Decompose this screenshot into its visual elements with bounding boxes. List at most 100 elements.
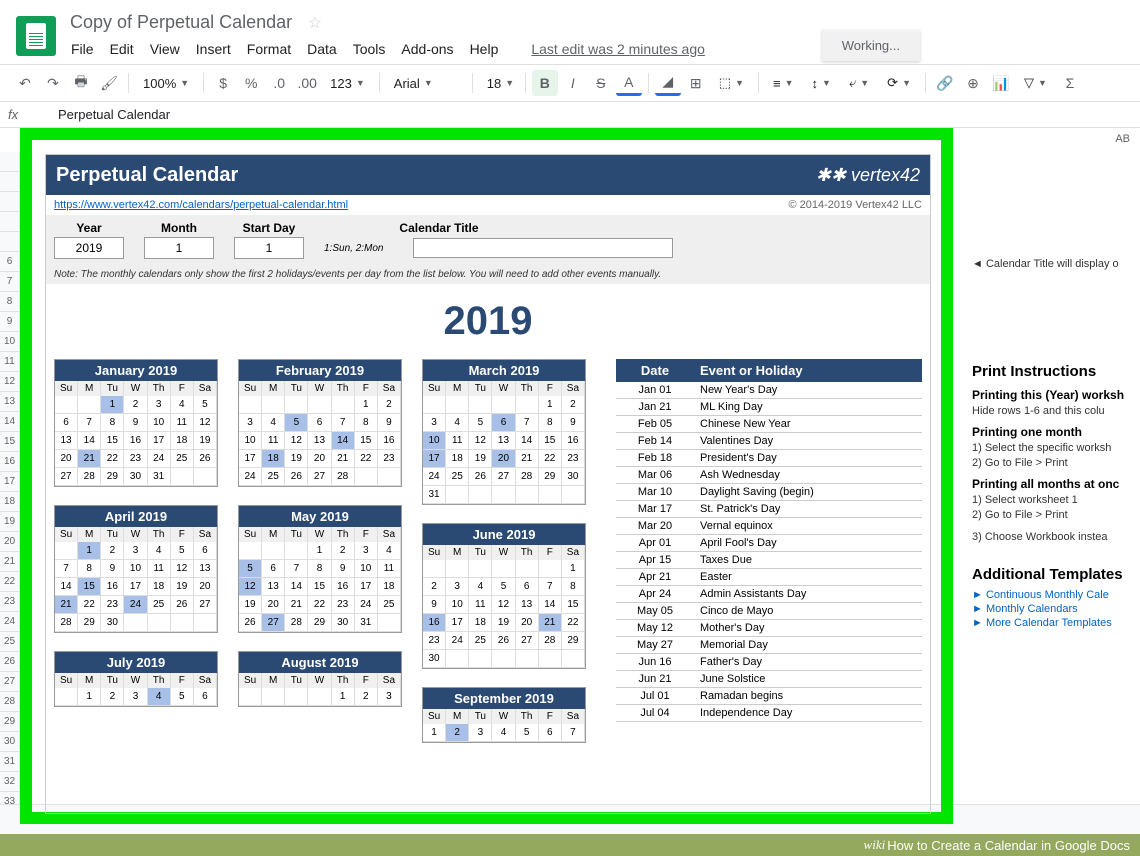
day-cell[interactable]: 12: [171, 560, 194, 578]
event-row[interactable]: Feb 18President's Day: [616, 450, 922, 467]
day-cell[interactable]: 8: [355, 414, 378, 432]
day-cell[interactable]: 19: [492, 614, 515, 632]
day-cell[interactable]: [469, 650, 492, 668]
day-cell[interactable]: 2: [446, 724, 469, 742]
strike-button[interactable]: S: [588, 70, 614, 96]
day-cell[interactable]: 15: [539, 432, 562, 450]
merge-button[interactable]: ⬚▼: [711, 73, 752, 93]
day-cell[interactable]: [308, 396, 331, 414]
day-cell[interactable]: 2: [124, 396, 147, 414]
day-cell[interactable]: 2: [332, 542, 355, 560]
day-cell[interactable]: 13: [55, 432, 78, 450]
day-cell[interactable]: 18: [148, 578, 171, 596]
day-cell[interactable]: 24: [148, 450, 171, 468]
day-cell[interactable]: 20: [194, 578, 217, 596]
day-cell[interactable]: 28: [539, 632, 562, 650]
day-cell[interactable]: 11: [171, 414, 194, 432]
day-cell[interactable]: [148, 614, 171, 632]
day-cell[interactable]: 20: [492, 450, 515, 468]
event-row[interactable]: Jun 16Father's Day: [616, 654, 922, 671]
day-cell[interactable]: 5: [171, 688, 194, 706]
day-cell[interactable]: [194, 468, 217, 486]
day-cell[interactable]: 4: [378, 542, 401, 560]
day-cell[interactable]: 20: [516, 614, 539, 632]
day-cell[interactable]: 2: [378, 396, 401, 414]
currency-button[interactable]: $: [210, 70, 236, 96]
star-icon[interactable]: ☆: [308, 15, 322, 32]
italic-button[interactable]: I: [560, 70, 586, 96]
row-header[interactable]: 22: [0, 572, 20, 592]
row-header[interactable]: 32: [0, 772, 20, 792]
event-row[interactable]: May 12Mother's Day: [616, 620, 922, 637]
day-cell[interactable]: 18: [469, 614, 492, 632]
valign-button[interactable]: ↕▼: [804, 74, 839, 93]
day-cell[interactable]: 29: [101, 468, 124, 486]
day-cell[interactable]: [492, 396, 515, 414]
day-cell[interactable]: 19: [171, 578, 194, 596]
row-header[interactable]: 11: [0, 352, 20, 372]
day-cell[interactable]: 25: [446, 468, 469, 486]
day-cell[interactable]: 13: [308, 432, 331, 450]
day-cell[interactable]: 24: [355, 596, 378, 614]
day-cell[interactable]: 9: [423, 596, 446, 614]
day-cell[interactable]: 28: [78, 468, 101, 486]
day-cell[interactable]: 27: [262, 614, 285, 632]
day-cell[interactable]: 16: [378, 432, 401, 450]
day-cell[interactable]: [492, 650, 515, 668]
day-cell[interactable]: 18: [262, 450, 285, 468]
row-header[interactable]: [0, 152, 20, 172]
row-header[interactable]: 18: [0, 492, 20, 512]
day-cell[interactable]: 9: [332, 560, 355, 578]
day-cell[interactable]: 19: [194, 432, 217, 450]
day-cell[interactable]: [378, 468, 401, 486]
day-cell[interactable]: 26: [194, 450, 217, 468]
day-cell[interactable]: 15: [78, 578, 101, 596]
template-link-3[interactable]: ► More Calendar Templates: [972, 617, 1132, 629]
menu-tools[interactable]: Tools: [346, 37, 393, 61]
link-button[interactable]: 🔗: [932, 70, 958, 96]
day-cell[interactable]: 21: [78, 450, 101, 468]
day-cell[interactable]: [55, 542, 78, 560]
day-cell[interactable]: 9: [124, 414, 147, 432]
formula-content[interactable]: Perpetual Calendar: [58, 107, 1132, 122]
day-cell[interactable]: 6: [262, 560, 285, 578]
day-cell[interactable]: [239, 396, 262, 414]
day-cell[interactable]: [446, 650, 469, 668]
day-cell[interactable]: 14: [78, 432, 101, 450]
day-cell[interactable]: 8: [539, 414, 562, 432]
day-cell[interactable]: 7: [55, 560, 78, 578]
day-cell[interactable]: 1: [78, 542, 101, 560]
day-cell[interactable]: 26: [171, 596, 194, 614]
column-header[interactable]: AB: [1115, 133, 1130, 145]
day-cell[interactable]: 16: [124, 432, 147, 450]
day-cell[interactable]: [516, 396, 539, 414]
day-cell[interactable]: 5: [516, 724, 539, 742]
row-header[interactable]: 27: [0, 672, 20, 692]
print-button[interactable]: 🖶: [68, 70, 94, 96]
day-cell[interactable]: 22: [78, 596, 101, 614]
day-cell[interactable]: 3: [148, 396, 171, 414]
day-cell[interactable]: 22: [101, 450, 124, 468]
day-cell[interactable]: 5: [492, 578, 515, 596]
day-cell[interactable]: 21: [332, 450, 355, 468]
menu-format[interactable]: Format: [240, 37, 298, 61]
day-cell[interactable]: 24: [239, 468, 262, 486]
event-row[interactable]: Jul 01Ramadan begins: [616, 688, 922, 705]
day-cell[interactable]: 26: [469, 468, 492, 486]
day-cell[interactable]: 4: [148, 688, 171, 706]
day-cell[interactable]: 10: [355, 560, 378, 578]
day-cell[interactable]: 1: [355, 396, 378, 414]
day-cell[interactable]: [285, 396, 308, 414]
day-cell[interactable]: 4: [446, 414, 469, 432]
day-cell[interactable]: [262, 396, 285, 414]
day-cell[interactable]: 23: [562, 450, 585, 468]
day-cell[interactable]: 27: [516, 632, 539, 650]
day-cell[interactable]: 6: [308, 414, 331, 432]
sheets-logo[interactable]: [16, 16, 56, 56]
template-link-1[interactable]: ► Continuous Monthly Cale: [972, 589, 1132, 601]
day-cell[interactable]: 8: [562, 578, 585, 596]
event-row[interactable]: Apr 24Admin Assistants Day: [616, 586, 922, 603]
row-header[interactable]: [0, 172, 20, 192]
day-cell[interactable]: 28: [55, 614, 78, 632]
day-cell[interactable]: 30: [124, 468, 147, 486]
